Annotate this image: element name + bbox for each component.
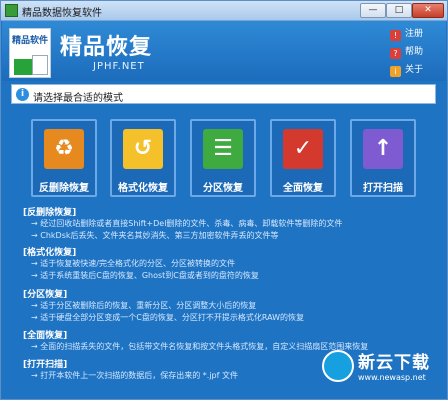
logo: 精品软件 xyxy=(9,28,51,78)
section-line: → 适于恢复被快速/完全格式化的分区、分区被转换的文件 xyxy=(31,259,235,268)
recycle-glyph: ♻ xyxy=(54,136,74,161)
mode-open-scan-button[interactable]: ↑ 打开扫描 xyxy=(350,119,416,197)
section-line: → 适于系统重装后C盘的恢复、Ghost到C盘或者到的盘符的恢复 xyxy=(31,271,259,280)
mode-full-button[interactable]: ✓ 全面恢复 xyxy=(270,119,336,197)
mode-partition-button[interactable]: ☰ 分区恢复 xyxy=(190,119,256,197)
watermark-logo-icon xyxy=(322,350,354,382)
section-line: → 适于硬盘全部分区变成一个C盘的恢复、分区打不开提示格式化RAW的恢复 xyxy=(31,313,305,322)
checklist-glyph: ☰ xyxy=(213,136,233,161)
section-title: [打开扫描] xyxy=(23,360,68,370)
section-line: → 经过回收站删除或者直接Shift+Del删除的文件、杀毒、病毒、卸载软件等删… xyxy=(31,219,343,228)
register-link[interactable]: ! 注册 xyxy=(390,27,446,41)
watermark-url: www.newasp.net xyxy=(358,373,426,382)
register-icon: ! xyxy=(390,30,401,41)
minimize-button[interactable]: — xyxy=(360,3,386,18)
mode-label: 全面恢复 xyxy=(283,183,323,194)
watermark: 新云下载 www.newasp.net xyxy=(322,346,440,394)
mode-prompt-banner: i 请选择最合适的模式 xyxy=(11,84,436,104)
mode-label: 反删除恢复 xyxy=(39,183,89,194)
app-icon xyxy=(5,4,18,17)
about-link[interactable]: i 关于 xyxy=(390,63,446,77)
help-link[interactable]: ? 帮助 xyxy=(390,45,446,59)
close-button[interactable]: ✕ xyxy=(412,3,444,18)
section-line: → 全面的扫描丢失的文件，包括带文件名恢复和按文件头格式恢复，自定义扫描扇区范围… xyxy=(31,342,369,351)
title-bar[interactable]: 精品数据恢复软件 — □ ✕ xyxy=(1,1,447,21)
maximize-button[interactable]: □ xyxy=(386,3,412,18)
upload-glyph: ↑ xyxy=(373,136,393,161)
logo-document xyxy=(32,55,48,75)
logo-text: 精品软件 xyxy=(12,36,49,46)
undo-glyph: ↺ xyxy=(133,136,153,161)
help-icon: ? xyxy=(390,48,401,59)
window-title: 精品数据恢复软件 xyxy=(22,8,102,19)
app-window: 精品数据恢复软件 — □ ✕ 精品软件 精品恢复 JPHF.NET ! 注册 ? 帮… xyxy=(0,0,448,400)
section-title: [反删除恢复] xyxy=(23,208,77,218)
mode-undelete-button[interactable]: ♻ 反删除恢复 xyxy=(31,119,97,197)
section-title: [分区恢复] xyxy=(23,290,68,300)
register-label: 注册 xyxy=(405,29,424,39)
info-icon: i xyxy=(16,88,29,101)
about-icon: i xyxy=(390,66,401,77)
mode-format-button[interactable]: ↺ 格式化恢复 xyxy=(110,119,176,197)
section-title: [格式化恢复] xyxy=(23,248,77,258)
mode-label: 格式化恢复 xyxy=(118,183,168,194)
mode-prompt-text: 请选择最合适的模式 xyxy=(33,93,123,104)
section-line: → 打开本软件上一次扫描的数据后，保存出来的 *.jpf 文件 xyxy=(31,371,238,380)
check-glyph: ✓ xyxy=(293,136,313,161)
about-label: 关于 xyxy=(405,65,424,75)
section-title: [全面恢复] xyxy=(23,331,68,341)
watermark-text: 新云下载 xyxy=(358,353,430,373)
section-line: → 适于分区被删除后的恢复、重新分区、分区调整大小后的恢复 xyxy=(31,301,257,310)
help-label: 帮助 xyxy=(405,47,424,57)
header: 精品软件 精品恢复 JPHF.NET ! 注册 ? 帮助 i 关于 xyxy=(2,21,446,81)
section-line: → ChkDsk后丢失、文件夹名其妙消失、第三方加密软件弄丢的文件等 xyxy=(31,231,279,240)
brand-subtitle: JPHF.NET xyxy=(93,61,145,72)
mode-label: 分区恢复 xyxy=(203,183,243,194)
mode-buttons: ♻ 反删除恢复 ↺ 格式化恢复 ☰ 分区恢复 ✓ 全面恢复 ↑ 打开扫描 xyxy=(1,119,448,197)
brand-title: 精品恢复 xyxy=(60,35,153,60)
mode-label: 打开扫描 xyxy=(363,183,403,194)
